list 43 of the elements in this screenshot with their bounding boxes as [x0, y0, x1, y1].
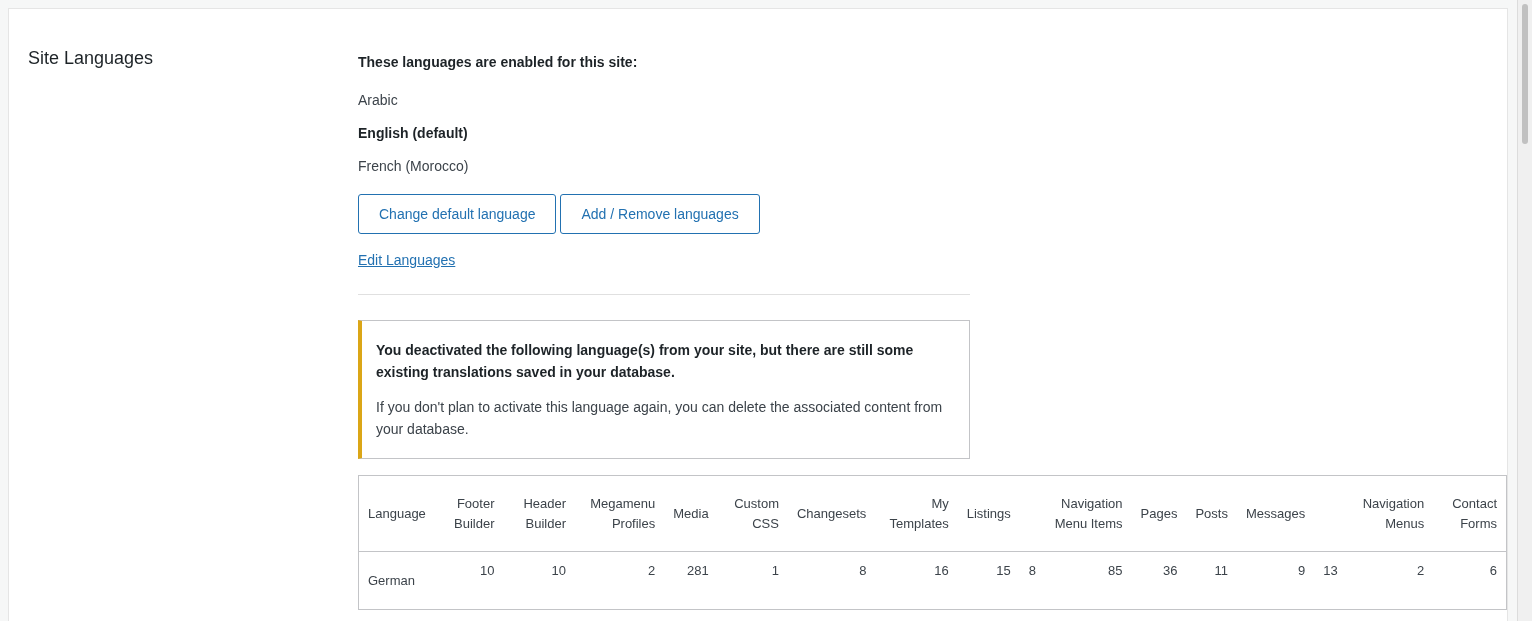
count-cell: 10	[551, 563, 567, 578]
column-header: Pages	[1140, 504, 1178, 523]
count-cell: 36	[1162, 563, 1178, 578]
count-cell: 9	[1297, 563, 1306, 578]
count-cell: 281	[686, 563, 709, 578]
default-language-name: English (default)	[358, 124, 469, 142]
column-header: Footer Builder	[453, 494, 495, 533]
column-header: Language	[368, 504, 426, 523]
notice-text: If you don't plan to activate this language again, you can delete the associated content from your database.	[376, 398, 944, 439]
enabled-languages-heading: These languages are enabled for this site:	[358, 53, 639, 72]
section-title: Site Languages	[28, 47, 155, 70]
outline-button[interactable]: Add / Remove languages	[560, 194, 760, 234]
count-cell: 1	[771, 563, 779, 578]
count-cell: 2	[1416, 563, 1425, 578]
count-cell: 2	[648, 563, 656, 578]
count-cell: 8	[859, 563, 867, 578]
outline-button[interactable]: Change default language	[358, 194, 557, 234]
column-header: Messages	[1245, 504, 1306, 523]
column-header: Header Builder	[522, 494, 567, 533]
column-header: Changesets	[796, 504, 867, 523]
notice-message: You deactivated the following language(s) from your site, but there are still some existing translations saved in your database.	[376, 341, 915, 382]
scrollbar[interactable]	[1517, 0, 1532, 621]
column-header: Listings	[966, 504, 1011, 523]
count-cell: 13	[1323, 563, 1338, 578]
column-header: Custom CSS	[733, 494, 779, 533]
language-name: Arabic	[358, 91, 399, 109]
count-cell: 85	[1108, 563, 1123, 578]
count-cell: 15	[996, 563, 1011, 578]
column-header: Navigation Menu Items	[1054, 494, 1123, 533]
language-cell: German	[368, 573, 415, 588]
column-header: Megamenu Profiles	[589, 494, 656, 533]
language-name: French (Morocco)	[358, 157, 470, 175]
column-header: Contact Forms	[1451, 494, 1497, 533]
count-cell: 10	[480, 563, 495, 578]
count-cell: 11	[1214, 563, 1228, 578]
column-header: My Templates	[888, 494, 949, 533]
count-cell: 16	[934, 563, 949, 578]
count-cell: 8	[1028, 563, 1037, 578]
column-header: Navigation Menus	[1361, 494, 1425, 533]
count-cell: 6	[1489, 563, 1497, 578]
column-header: Posts	[1195, 504, 1228, 523]
column-header: Media	[673, 504, 709, 523]
edit-languages-link[interactable]: Edit Languages	[358, 250, 456, 271]
